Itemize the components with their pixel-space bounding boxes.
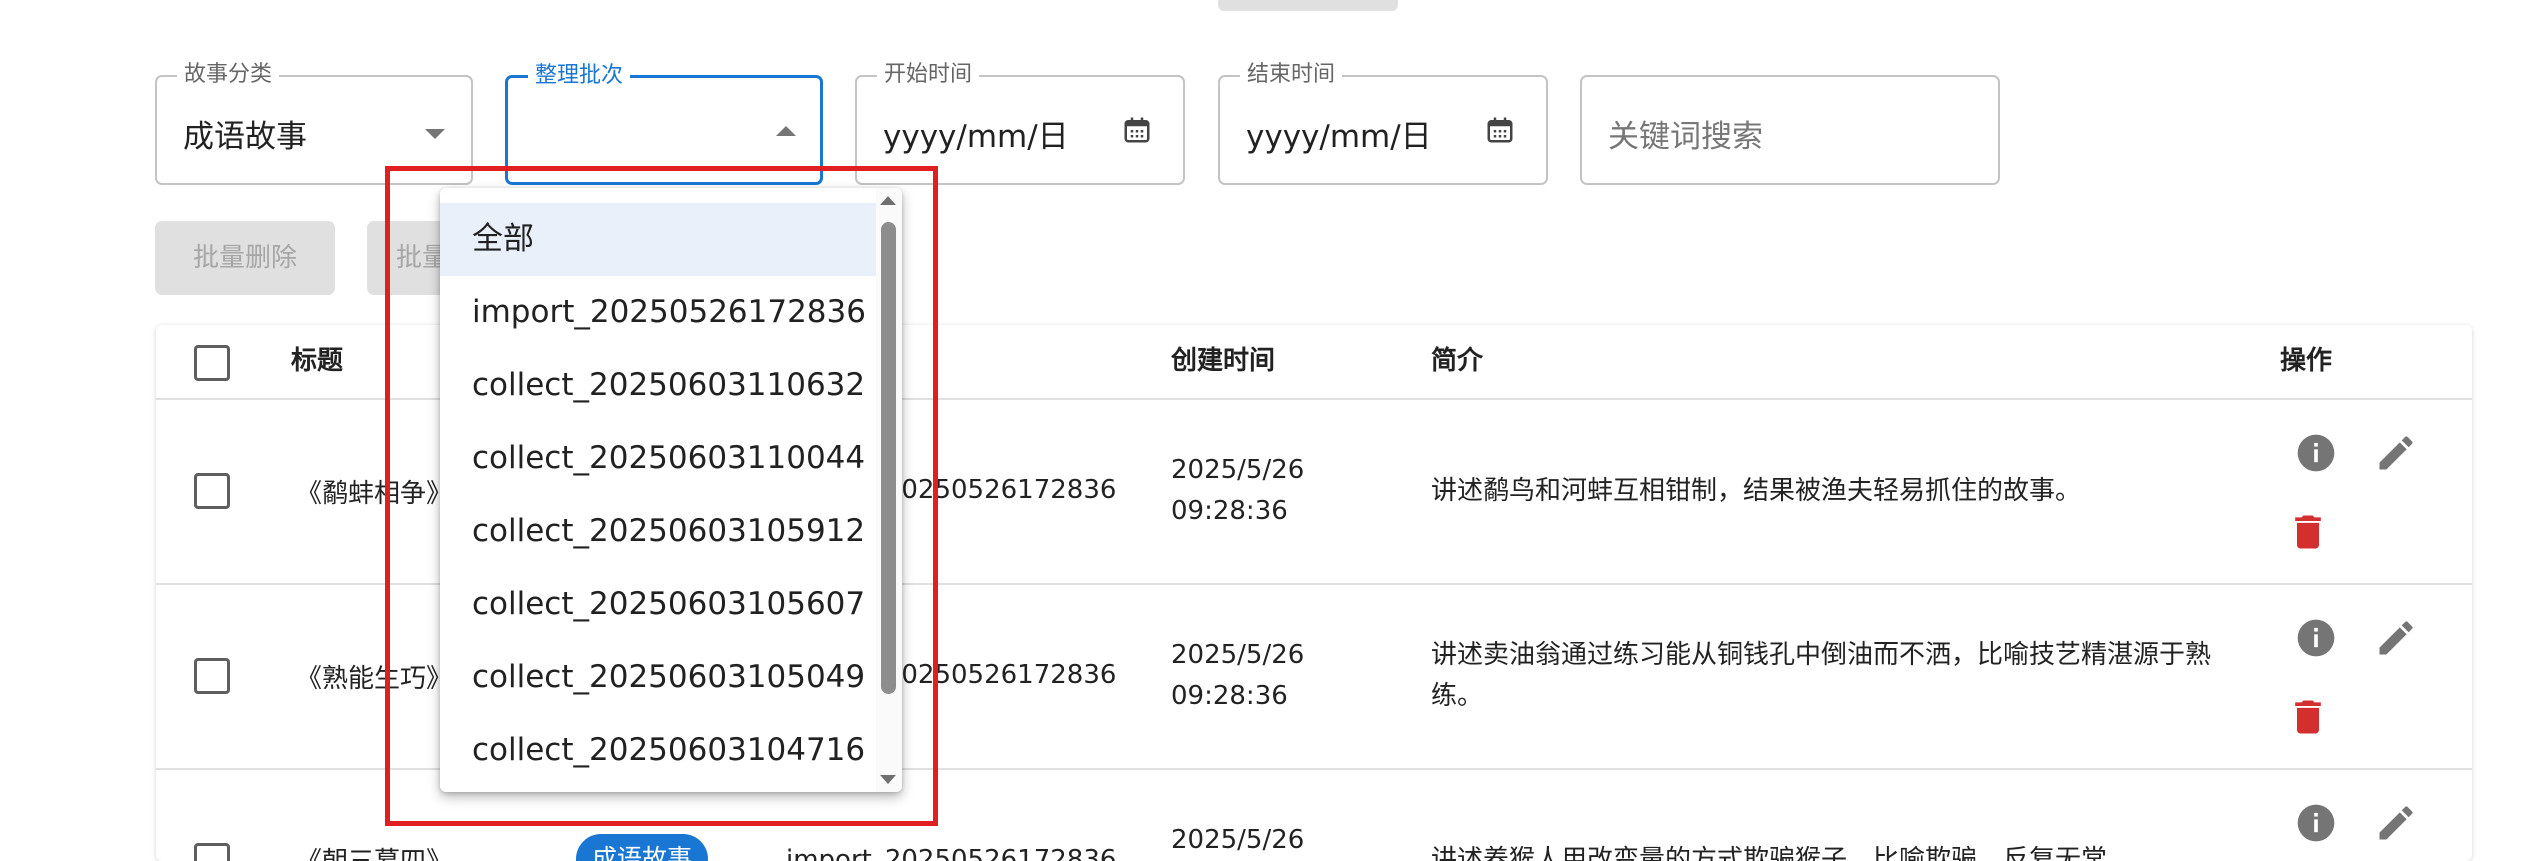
select-all-checkbox[interactable] (194, 345, 230, 381)
batch-option[interactable]: collect_20250603110044 (440, 422, 876, 495)
batch-select[interactable]: 整理批次 (505, 63, 823, 185)
chevron-up-icon (776, 126, 796, 136)
row-checkbox[interactable] (194, 473, 230, 509)
info-icon[interactable] (2294, 801, 2338, 845)
edit-icon[interactable] (2374, 616, 2418, 660)
start-date-value: yyyy/mm/日 (883, 119, 1069, 155)
calendar-icon[interactable] (1122, 115, 1152, 145)
category-label: 故事分类 (177, 62, 280, 88)
scroll-down-arrow-icon[interactable] (880, 775, 896, 784)
batch-dropdown-menu: 全部 import_20250526172836 collect_2025060… (440, 188, 902, 792)
header-intro: 简介 (1431, 346, 1484, 376)
delete-icon[interactable] (2286, 695, 2330, 739)
dropdown-scrollbar[interactable] (876, 188, 902, 792)
keyword-placeholder: 关键词搜索 (1608, 119, 1763, 155)
row-intro: 讲述鹬鸟和河蚌互相钳制，结果被渔夫轻易抓住的故事。 (1431, 476, 2082, 506)
info-icon[interactable] (2294, 431, 2338, 475)
row-time: 09:28:36 (1171, 681, 1288, 711)
delete-icon[interactable] (2286, 510, 2330, 554)
row-batch: import_20250526172836 (786, 845, 1117, 861)
row-time: 09:28:36 (1171, 496, 1288, 526)
row-date: 2025/5/26 (1171, 455, 1305, 485)
chevron-down-icon (425, 129, 445, 139)
row-title: 《鹬蚌相争》 (296, 479, 453, 509)
batch-option[interactable]: import_20250526172836 (440, 276, 876, 349)
edit-icon[interactable] (2374, 801, 2418, 845)
batch-option[interactable]: collect_20250603110632 (440, 349, 876, 422)
batch-label: 整理批次 (528, 63, 631, 89)
info-icon[interactable] (2294, 616, 2338, 660)
row-checkbox[interactable] (194, 843, 230, 861)
batch-option[interactable]: collect_20250603105607 (440, 568, 876, 641)
batch-option[interactable]: collect_20250603105049 (440, 641, 876, 714)
start-date-label: 开始时间 (877, 62, 980, 88)
header-actions: 操作 (2280, 346, 2333, 376)
keyword-search-input[interactable]: 关键词搜索 (1580, 75, 2000, 185)
batch-option[interactable]: collect_20250603104716 (440, 714, 876, 787)
batch-option[interactable]: 全部 (440, 203, 876, 276)
row-date: 2025/5/26 (1171, 640, 1305, 670)
row-title: 《熟能生巧》 (296, 664, 453, 694)
scrollbar-thumb[interactable] (881, 222, 896, 694)
row-date: 2025/5/26 (1171, 825, 1305, 855)
category-value: 成语故事 (183, 119, 307, 155)
calendar-icon[interactable] (1485, 115, 1515, 145)
batch-option[interactable]: collect_20250603105912 (440, 495, 876, 568)
category-select[interactable]: 故事分类 成语故事 (155, 62, 473, 185)
row-checkbox[interactable] (194, 658, 230, 694)
row-title: 《朝三暮四》 (296, 841, 452, 861)
category-chip: 成语故事 (576, 834, 709, 861)
batch-delete-button[interactable]: 批量删除 (155, 221, 335, 295)
header-title: 标题 (291, 346, 344, 376)
row-intro: 讲述养猴人用改变量的方式欺骗猴子，比喻欺骗、反复无常 (1431, 845, 2108, 861)
top-tab-indicator (1218, 0, 1398, 11)
scroll-up-arrow-icon[interactable] (880, 196, 896, 205)
end-date-value: yyyy/mm/日 (1246, 119, 1432, 155)
end-date-input[interactable]: 结束时间 yyyy/mm/日 (1218, 62, 1548, 185)
start-date-input[interactable]: 开始时间 yyyy/mm/日 (855, 62, 1185, 185)
end-date-label: 结束时间 (1240, 62, 1343, 88)
row-intro: 讲述卖油翁通过练习能从铜钱孔中倒油而不洒，比喻技艺精湛源于熟练。 (1431, 640, 2212, 711)
header-created: 创建时间 (1171, 346, 1276, 376)
edit-icon[interactable] (2374, 431, 2418, 475)
